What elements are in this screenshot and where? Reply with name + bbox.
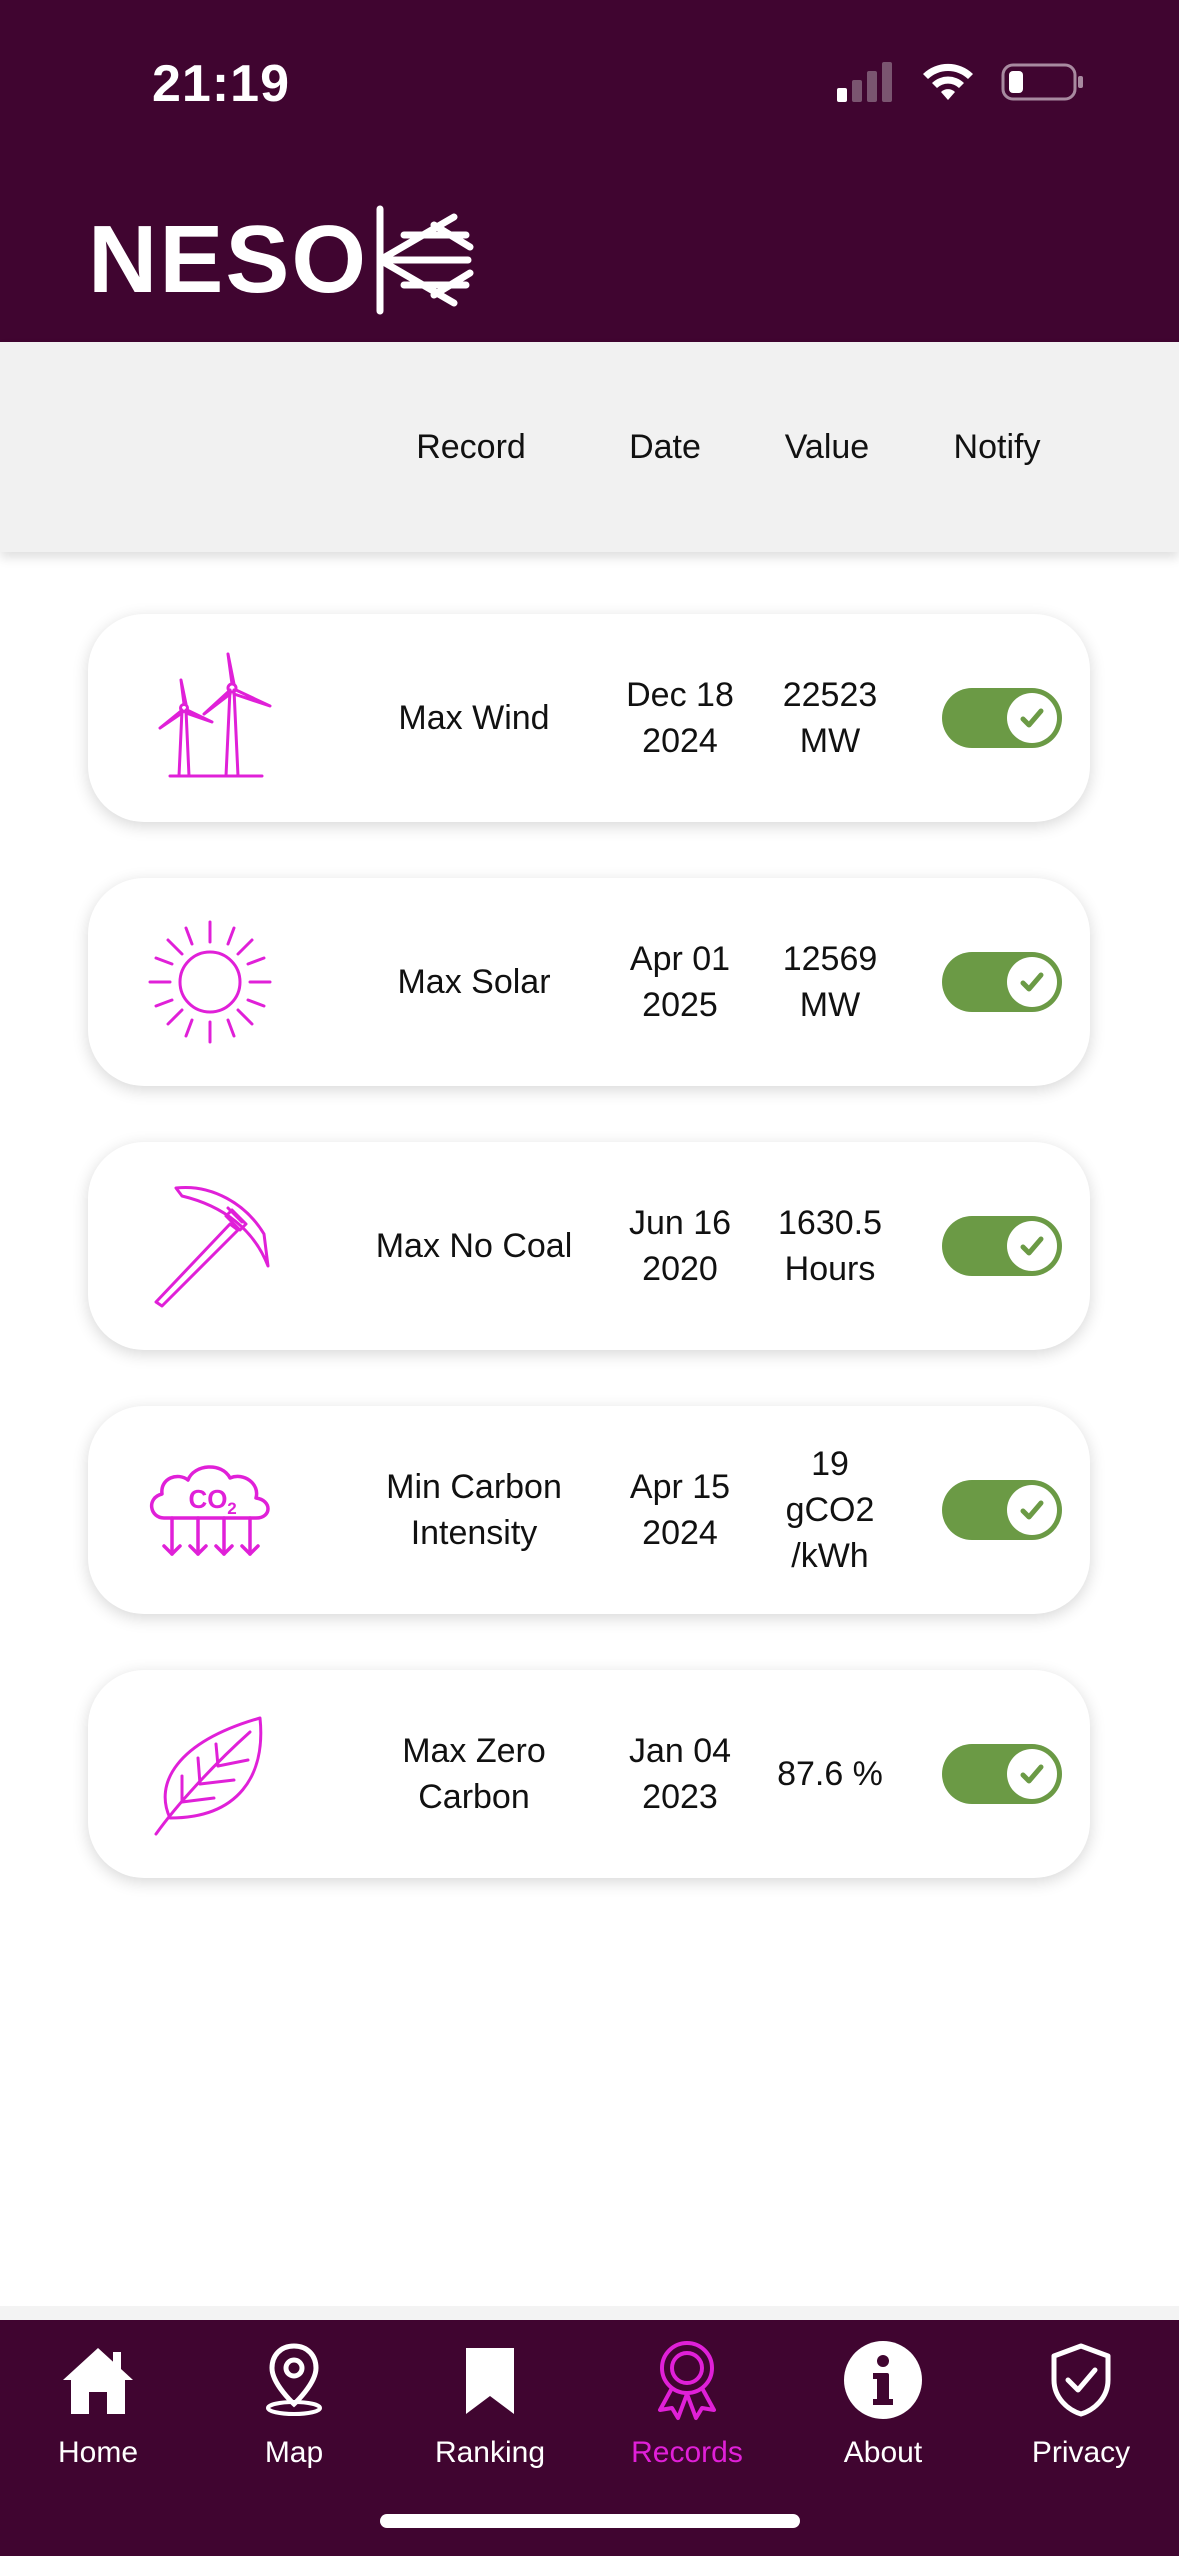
toggle-knob — [1007, 693, 1057, 743]
status-time: 21:19 — [152, 55, 290, 113]
nav-item-about[interactable]: About — [793, 2338, 973, 2488]
record-date: Apr 15 2024 — [629, 1468, 731, 1552]
award-ribbon-icon — [645, 2338, 729, 2422]
svg-text:CO: CO — [189, 1484, 228, 1514]
notify-toggle[interactable] — [942, 1480, 1062, 1540]
record-date: Apr 01 2025 — [629, 940, 731, 1024]
nav-item-home[interactable]: Home — [8, 2338, 188, 2488]
neso-logo: NESO — [88, 200, 474, 320]
nav-item-map[interactable]: Map — [204, 2338, 384, 2488]
toggle-knob — [1007, 1221, 1057, 1271]
record-card-max-no-coal: Max No Coal Jun 16 2020 1630.5 Hours — [88, 1142, 1090, 1350]
nav-item-privacy[interactable]: Privacy — [991, 2338, 1171, 2488]
leaf-icon — [154, 1716, 263, 1836]
nav-label: Ranking — [434, 2436, 546, 2469]
pickaxe-icon — [154, 1185, 270, 1308]
svg-text:2: 2 — [227, 1499, 236, 1518]
status-icons — [837, 62, 1085, 102]
record-card-min-carbon-intensity: CO 2 Min Carbon Intensity Apr 15 2024 19… — [88, 1406, 1090, 1614]
checkmark-icon — [1020, 972, 1044, 992]
column-record: Record — [416, 428, 526, 466]
bookmark-icon — [448, 2338, 532, 2422]
shield-check-icon — [1039, 2338, 1123, 2422]
toggle-knob — [1007, 1485, 1057, 1535]
record-date: Jun 16 2020 — [628, 1204, 732, 1288]
record-date: Jan 04 2023 — [628, 1732, 732, 1816]
record-value: 87.6 % — [777, 1755, 883, 1793]
toggle-knob — [1007, 1749, 1057, 1799]
info-icon — [841, 2338, 925, 2422]
column-value: Value — [784, 428, 870, 466]
checkmark-icon — [1020, 1500, 1044, 1520]
co2-cloud-icon: CO 2 — [150, 1465, 270, 1556]
record-name: Max Zero Carbon — [402, 1732, 546, 1816]
notify-toggle[interactable] — [942, 1744, 1062, 1804]
home-icon — [56, 2338, 140, 2422]
union-flag-mark-icon — [376, 205, 474, 315]
bottom-nav: Home Map Ranking Records About Privacy — [0, 2320, 1179, 2556]
nav-label: Privacy — [1031, 2436, 1131, 2469]
signal-icon — [837, 62, 892, 102]
checkmark-icon — [1020, 1764, 1044, 1784]
nav-label: Map — [264, 2436, 324, 2469]
notify-toggle[interactable] — [942, 952, 1062, 1012]
record-value: 22523 MW — [782, 676, 878, 760]
record-name: Max Solar — [397, 963, 551, 1001]
column-date: Date — [629, 428, 701, 466]
map-pin-icon — [252, 2338, 336, 2422]
record-name: Min Carbon Intensity — [386, 1468, 562, 1552]
record-date: Dec 18 2024 — [626, 676, 734, 760]
app-header: 21:19 NESO — [0, 0, 1179, 342]
home-indicator[interactable] — [380, 2514, 800, 2528]
wind-turbine-icon — [158, 652, 272, 778]
column-notify: Notify — [953, 428, 1041, 466]
record-value: 19 gCO2 /kWh — [785, 1445, 875, 1575]
record-name: Max No Coal — [375, 1227, 573, 1265]
column-header-bar: Record Date Value Notify — [0, 342, 1179, 552]
record-name: Max Wind — [398, 699, 550, 737]
nav-label: Home — [57, 2436, 139, 2469]
logo-text: NESO — [88, 206, 369, 313]
notify-toggle[interactable] — [942, 688, 1062, 748]
nav-item-records[interactable]: Records — [597, 2338, 777, 2488]
checkmark-icon — [1020, 708, 1044, 728]
nav-label: About — [843, 2436, 923, 2469]
nav-separator — [0, 2306, 1179, 2320]
record-value: 12569 MW — [782, 940, 878, 1024]
sun-icon — [148, 920, 272, 1044]
record-value: 1630.5 Hours — [778, 1204, 882, 1288]
notify-toggle[interactable] — [942, 1216, 1062, 1276]
record-card-max-zero-carbon: Max Zero Carbon Jan 04 2023 87.6 % — [88, 1670, 1090, 1878]
nav-label: Records — [631, 2436, 743, 2469]
nav-item-ranking[interactable]: Ranking — [400, 2338, 580, 2488]
record-card-max-wind: Max Wind Dec 18 2024 22523 MW — [88, 614, 1090, 822]
wifi-icon — [923, 63, 973, 100]
record-card-max-solar: Max Solar Apr 01 2025 12569 MW — [88, 878, 1090, 1086]
checkmark-icon — [1020, 1236, 1044, 1256]
battery-icon — [1001, 63, 1083, 101]
toggle-knob — [1007, 957, 1057, 1007]
